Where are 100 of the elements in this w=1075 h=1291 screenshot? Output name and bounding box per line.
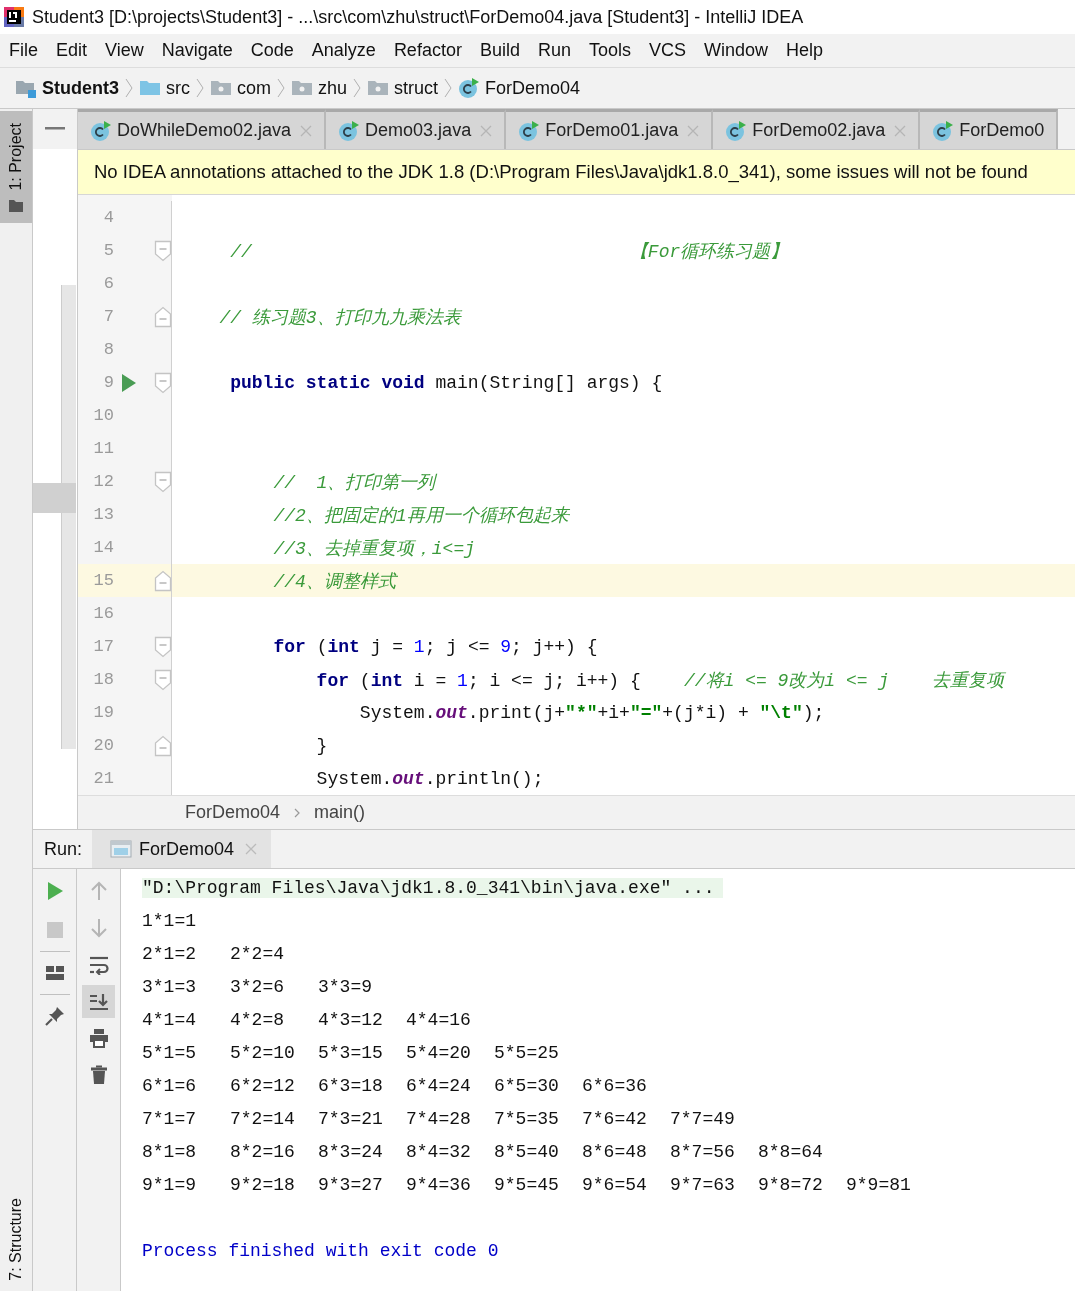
line-number: 17	[92, 637, 114, 656]
code-line: // 练习题3、打印九九乘法表	[218, 306, 461, 329]
menu-item[interactable]: Navigate	[161, 40, 233, 61]
nav-item[interactable]: struct	[367, 77, 439, 99]
menu-item[interactable]: Window	[704, 40, 769, 61]
menu-item[interactable]: Help	[786, 40, 824, 61]
chevron-icon	[294, 807, 301, 818]
fold-icon[interactable]	[154, 734, 172, 757]
editor-tab[interactable]: ForDemo0	[920, 109, 1059, 149]
folder-icon	[139, 78, 161, 98]
class-icon	[518, 119, 541, 142]
close-icon[interactable]	[300, 124, 313, 137]
class-icon	[458, 77, 481, 99]
code-line: }	[315, 735, 328, 756]
line-number: 14	[92, 538, 114, 557]
line-number: 9	[102, 373, 114, 392]
console-line: 5*1=5 5*2=10 5*3=15 5*4=20 5*5=25	[142, 1042, 560, 1063]
fold-icon[interactable]	[154, 569, 172, 592]
code-line: //4、调整样式	[272, 570, 396, 593]
breadcrumb-item[interactable]: main()	[314, 802, 366, 823]
tool-window-button[interactable]: 1: Project	[0, 111, 32, 223]
console-line: 9*1=9 9*2=18 9*3=27 9*4=36 9*5=45 9*6=54 9*7=63 9*8=72 9*9=81	[142, 1174, 912, 1195]
chevron-icon	[444, 78, 453, 98]
menu-item[interactable]: VCS	[649, 40, 686, 61]
scroll-to-end-icon	[88, 991, 109, 1012]
nav-item[interactable]: com	[210, 77, 272, 99]
fold-icon[interactable]	[154, 239, 172, 262]
line-number: 12	[92, 472, 114, 491]
close-icon[interactable]	[480, 124, 493, 137]
nav-item[interactable]: zhu	[291, 77, 348, 99]
stop-icon[interactable]	[44, 920, 65, 940]
code-line: for (int j = 1; j <= 9; j++) {	[272, 636, 598, 657]
chevron-icon	[196, 78, 204, 98]
run-tab[interactable]: ForDemo04	[92, 830, 272, 868]
menu-item[interactable]: Tools	[588, 40, 631, 61]
breadcrumb-item[interactable]: ForDemo04	[185, 802, 281, 823]
fold-icon[interactable]	[154, 371, 172, 394]
menu-item[interactable]: View	[105, 40, 144, 61]
code-line: //2、把固定的1再用一个循环包起来	[272, 504, 569, 527]
scrollbar[interactable]	[61, 285, 76, 749]
menu-item[interactable]: Edit	[56, 40, 88, 61]
pin-icon[interactable]	[44, 1006, 65, 1026]
class-icon	[932, 119, 955, 142]
menu-item[interactable]: Analyze	[311, 40, 376, 61]
chevron-icon	[125, 78, 133, 98]
window-icon	[110, 839, 133, 859]
console-line: 2*1=2 2*2=4	[142, 943, 285, 964]
menu-item[interactable]: Run	[537, 40, 571, 61]
close-icon[interactable]	[687, 124, 700, 137]
menu-item[interactable]: Build	[479, 40, 520, 61]
line-number: 4	[102, 208, 114, 227]
code-line: // 【For循环练习题】	[229, 240, 789, 263]
trash-icon[interactable]	[88, 1065, 109, 1085]
chevron-icon	[277, 78, 286, 98]
line-number: 11	[92, 439, 114, 458]
line-number: 18	[92, 670, 114, 689]
print-icon[interactable]	[88, 1028, 109, 1048]
arrow-down-icon[interactable]	[88, 918, 109, 938]
line-number: 6	[102, 274, 114, 293]
line-number: 5	[102, 241, 114, 260]
nav-item[interactable]: Student3	[15, 77, 119, 99]
line-number: 8	[102, 340, 114, 359]
soft-wrap-icon[interactable]	[88, 955, 109, 975]
nav-item[interactable]: ForDemo04	[458, 77, 581, 99]
fold-icon[interactable]	[154, 668, 172, 691]
line-number: 19	[92, 703, 114, 722]
close-icon[interactable]	[245, 843, 258, 855]
minimize-icon[interactable]	[45, 127, 65, 131]
scroll-to-end-button[interactable]	[82, 985, 115, 1018]
package-icon	[367, 78, 390, 98]
project-icon	[15, 78, 37, 98]
console-line: 1*1=1	[142, 910, 197, 931]
code-line: //3、去掉重复项，i<=j	[272, 537, 476, 560]
line-number: 20	[92, 736, 114, 755]
close-icon[interactable]	[894, 124, 907, 137]
layout-icon[interactable]	[44, 963, 65, 983]
class-icon	[90, 119, 112, 142]
menu-item[interactable]: File	[9, 40, 38, 61]
notification-banner: No IDEA annotations attached to the JDK 1.8 (D:\Program Files\Java\jdk1.8.0_341), some issues will not be found	[78, 150, 1075, 195]
editor-tab[interactable]: Demo03.java	[326, 109, 507, 149]
menu-item[interactable]: Code	[250, 40, 294, 61]
editor-tab[interactable]: ForDemo01.java	[506, 109, 714, 149]
editor-tab[interactable]: ForDemo02.java	[713, 109, 921, 149]
fold-icon[interactable]	[154, 635, 172, 658]
scroll-thumb[interactable]	[33, 483, 76, 513]
fold-icon[interactable]	[154, 470, 172, 493]
class-icon	[338, 119, 361, 142]
menu-item[interactable]: Refactor	[393, 40, 462, 61]
line-number: 21	[92, 769, 114, 788]
fold-icon[interactable]	[154, 305, 172, 328]
panel-title: Run:	[43, 837, 84, 861]
tool-window-button[interactable]: 7: Structure	[0, 1186, 32, 1291]
editor-tab[interactable]: DoWhileDemo02.java	[78, 109, 327, 149]
console-line: 6*1=6 6*2=12 6*3=18 6*4=24 6*5=30 6*6=36	[142, 1075, 648, 1096]
app-logo-icon	[4, 7, 24, 27]
folder-icon	[8, 198, 24, 213]
run-icon[interactable]	[121, 372, 137, 393]
line-number: 7	[102, 307, 114, 326]
nav-item[interactable]: src	[139, 77, 190, 99]
package-icon	[291, 78, 314, 98]
